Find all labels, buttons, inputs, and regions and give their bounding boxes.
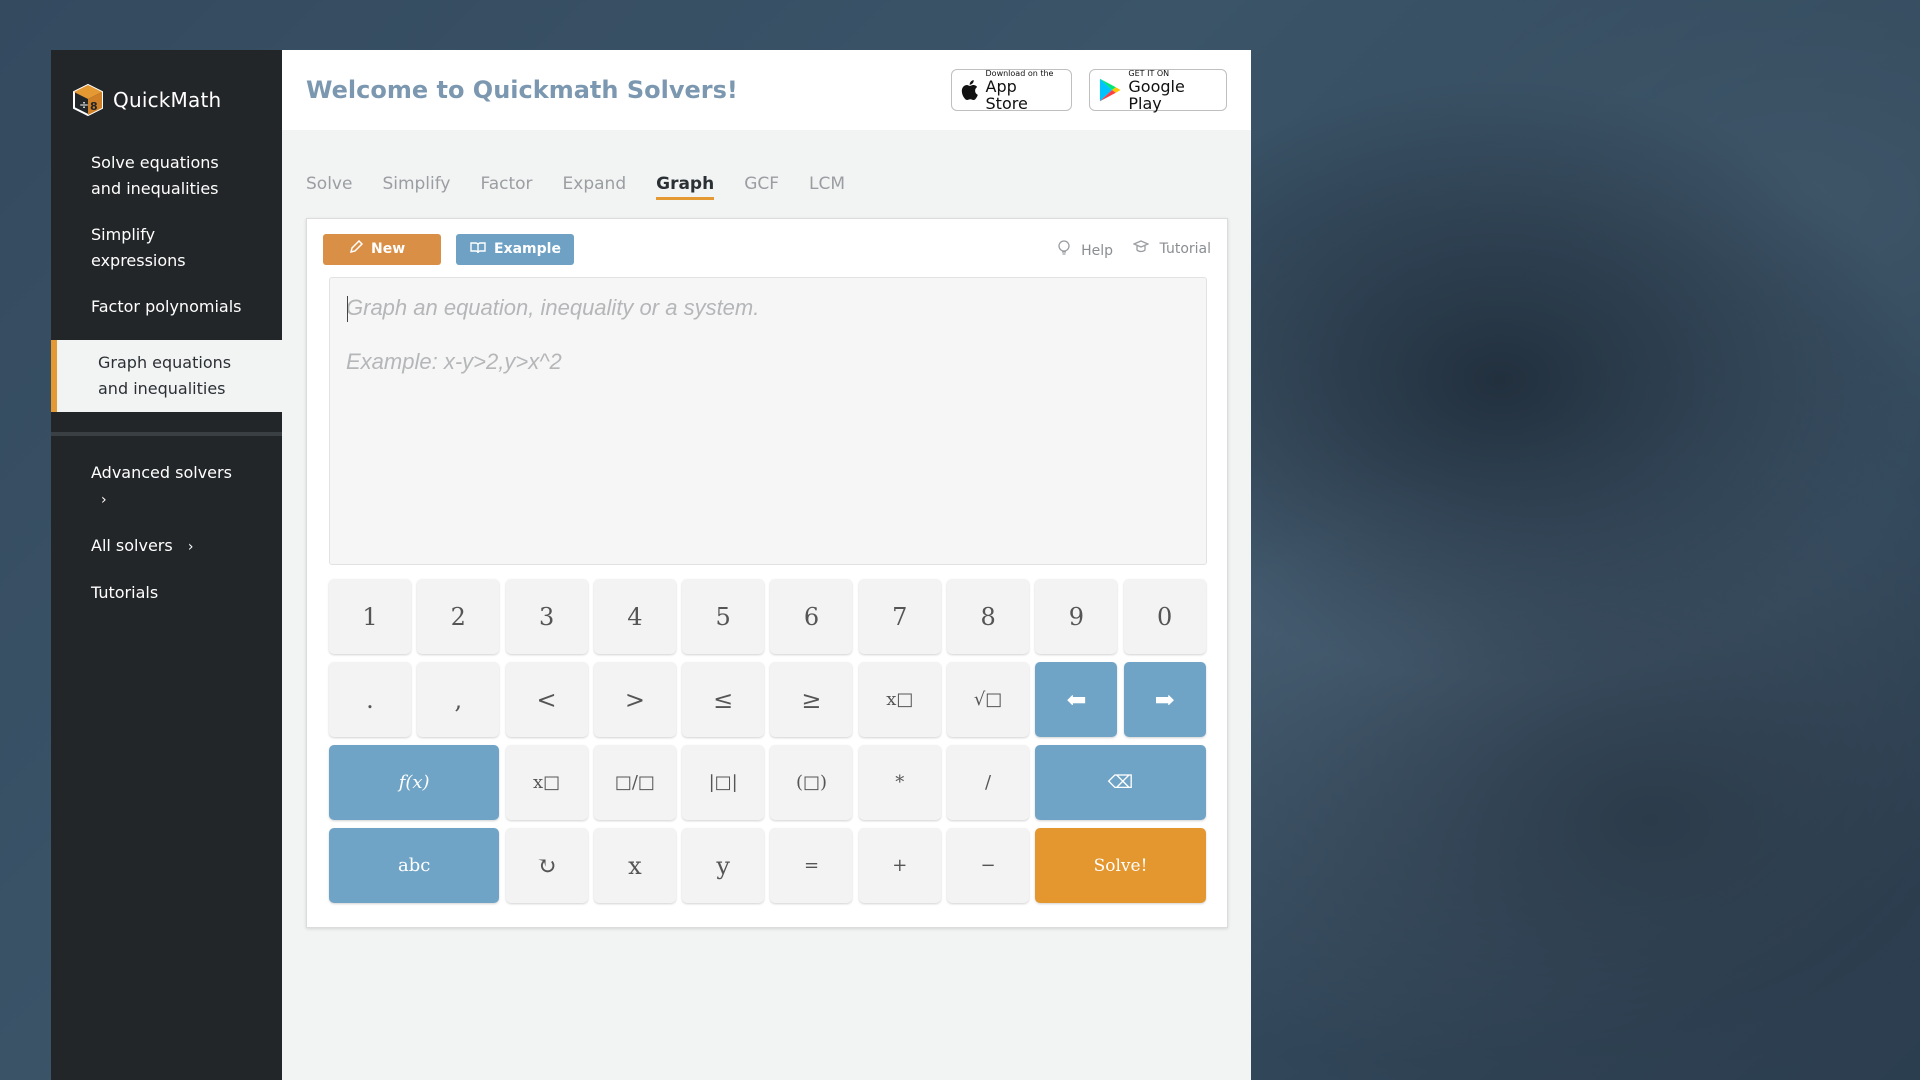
key-8[interactable]: 8 — [947, 579, 1030, 654]
graduation-cap-icon — [1132, 239, 1153, 257]
lightbulb-icon — [1057, 239, 1075, 259]
tutorial-link[interactable]: Tutorial — [1132, 239, 1211, 259]
key-function[interactable]: f(x) — [329, 745, 500, 820]
key-y[interactable]: y — [682, 828, 765, 903]
sidebar-item-graph[interactable]: Graph equations and inequalities — [51, 340, 282, 412]
key-9[interactable]: 9 — [1035, 579, 1118, 654]
tab-gcf[interactable]: GCF — [744, 172, 779, 202]
new-button-label: New — [371, 241, 406, 257]
example-button-label: Example — [494, 241, 561, 257]
app-store-button[interactable]: Download on the App Store — [951, 69, 1072, 113]
key-divide[interactable]: / — [947, 745, 1030, 820]
help-label: Help — [1081, 242, 1114, 259]
key-1[interactable]: 1 — [329, 579, 411, 654]
key-square-root[interactable]: √□ — [947, 662, 1030, 737]
svg-text:8: 8 — [90, 100, 98, 113]
key-greater-equal[interactable]: ≥ — [770, 662, 853, 737]
brand-name: QuickMath — [113, 88, 222, 112]
key-multiply[interactable]: * — [858, 745, 941, 820]
key-less-than[interactable]: < — [505, 662, 588, 737]
key-less-equal[interactable]: ≤ — [682, 662, 765, 737]
key-equals[interactable]: = — [770, 828, 853, 903]
key-parentheses[interactable]: (□) — [770, 745, 853, 820]
math-keypad: 1 2 3 4 5 6 7 8 9 0 . , < > ≤ ≥ x□ √□ ⬅ … — [329, 579, 1206, 903]
key-fraction[interactable]: □/□ — [593, 745, 676, 820]
solver-tabs: Solve Simplify Factor Expand Graph GCF L… — [282, 172, 1251, 202]
backspace-icon[interactable]: ⌫ — [1035, 745, 1206, 820]
key-3[interactable]: 3 — [505, 579, 588, 654]
editor-placeholder-line1: Graph an equation, inequality or a syste… — [346, 295, 760, 320]
sidebar-item-factor[interactable]: Factor polynomials — [51, 294, 282, 320]
editor-placeholder-line2: Example: x-y>2,y>x^2 — [346, 349, 562, 374]
tutorial-label: Tutorial — [1159, 240, 1211, 257]
google-play-button[interactable]: GET IT ON Google Play — [1089, 69, 1227, 113]
key-subscript[interactable]: x□ — [505, 745, 588, 820]
key-greater-than[interactable]: > — [593, 662, 676, 737]
key-exponent[interactable]: x□ — [858, 662, 941, 737]
key-abc[interactable]: abc — [329, 828, 500, 903]
app-window: ÷ 8 QuickMath Solve equations and inequa… — [51, 50, 1251, 1080]
key-comma[interactable]: , — [417, 662, 500, 737]
key-6[interactable]: 6 — [770, 579, 853, 654]
sidebar-divider — [51, 432, 282, 436]
key-cursor-right-icon[interactable]: ➡ — [1123, 662, 1206, 737]
key-absolute-value[interactable]: |□| — [682, 745, 765, 820]
sidebar-item-label: Advanced solvers — [91, 463, 232, 482]
top-bar: Welcome to Quickmath Solvers! Download o… — [282, 50, 1251, 130]
tab-lcm[interactable]: LCM — [809, 172, 845, 202]
tab-solve[interactable]: Solve — [306, 172, 352, 202]
chevron-right-icon: › — [101, 492, 107, 508]
sidebar: ÷ 8 QuickMath Solve equations and inequa… — [51, 50, 282, 1080]
logo[interactable]: ÷ 8 QuickMath — [51, 50, 282, 150]
sidebar-item-all-solvers[interactable]: All solvers › — [51, 533, 282, 560]
key-x[interactable]: x — [593, 828, 676, 903]
tab-factor[interactable]: Factor — [481, 172, 533, 202]
book-icon — [470, 241, 486, 258]
key-4[interactable]: 4 — [593, 579, 676, 654]
svg-text:÷: ÷ — [79, 98, 89, 112]
google-play-icon — [1099, 78, 1121, 102]
pencil-icon — [349, 239, 364, 258]
key-minus[interactable]: − — [947, 828, 1030, 903]
main-content: Welcome to Quickmath Solvers! Download o… — [282, 50, 1251, 1080]
store-buttons: Download on the App Store GET IT ON Goog… — [951, 69, 1227, 113]
sidebar-item-advanced-solvers[interactable]: Advanced solvers › — [51, 460, 282, 513]
key-0[interactable]: 0 — [1123, 579, 1206, 654]
key-reset-icon[interactable]: ↻ — [505, 828, 588, 903]
key-decimal[interactable]: . — [329, 662, 411, 737]
key-plus[interactable]: + — [858, 828, 941, 903]
sidebar-item-solve[interactable]: Solve equations and inequalities — [51, 150, 282, 202]
sidebar-item-tutorials[interactable]: Tutorials — [51, 580, 282, 606]
quickmath-logo-icon: ÷ 8 — [71, 83, 105, 117]
equation-input[interactable]: Graph an equation, inequality or a syste… — [329, 277, 1207, 565]
help-links: Help Tutorial — [1057, 239, 1211, 259]
solver-toolbar: New Example Help Tutorial — [307, 219, 1227, 265]
key-cursor-left-icon[interactable]: ⬅ — [1035, 662, 1118, 737]
apple-icon — [961, 80, 978, 101]
tab-simplify[interactable]: Simplify — [382, 172, 450, 202]
key-7[interactable]: 7 — [858, 579, 941, 654]
tab-expand[interactable]: Expand — [563, 172, 627, 202]
key-2[interactable]: 2 — [417, 579, 500, 654]
solver-card: New Example Help Tutorial Graph an equat… — [306, 218, 1228, 928]
example-button[interactable]: Example — [456, 233, 574, 265]
sidebar-item-label: All solvers — [91, 536, 173, 555]
solve-button[interactable]: Solve! — [1035, 828, 1206, 903]
help-link[interactable]: Help — [1057, 239, 1114, 259]
key-5[interactable]: 5 — [682, 579, 765, 654]
text-caret — [347, 296, 348, 322]
page-title: Welcome to Quickmath Solvers! — [306, 76, 738, 104]
sidebar-item-simplify[interactable]: Simplify expressions — [51, 222, 282, 274]
chevron-right-icon: › — [187, 539, 194, 555]
new-button[interactable]: New — [323, 233, 441, 265]
tab-graph[interactable]: Graph — [656, 172, 715, 200]
app-store-big-text: App Store — [985, 76, 1028, 113]
google-play-big-text: Google Play — [1128, 76, 1185, 113]
